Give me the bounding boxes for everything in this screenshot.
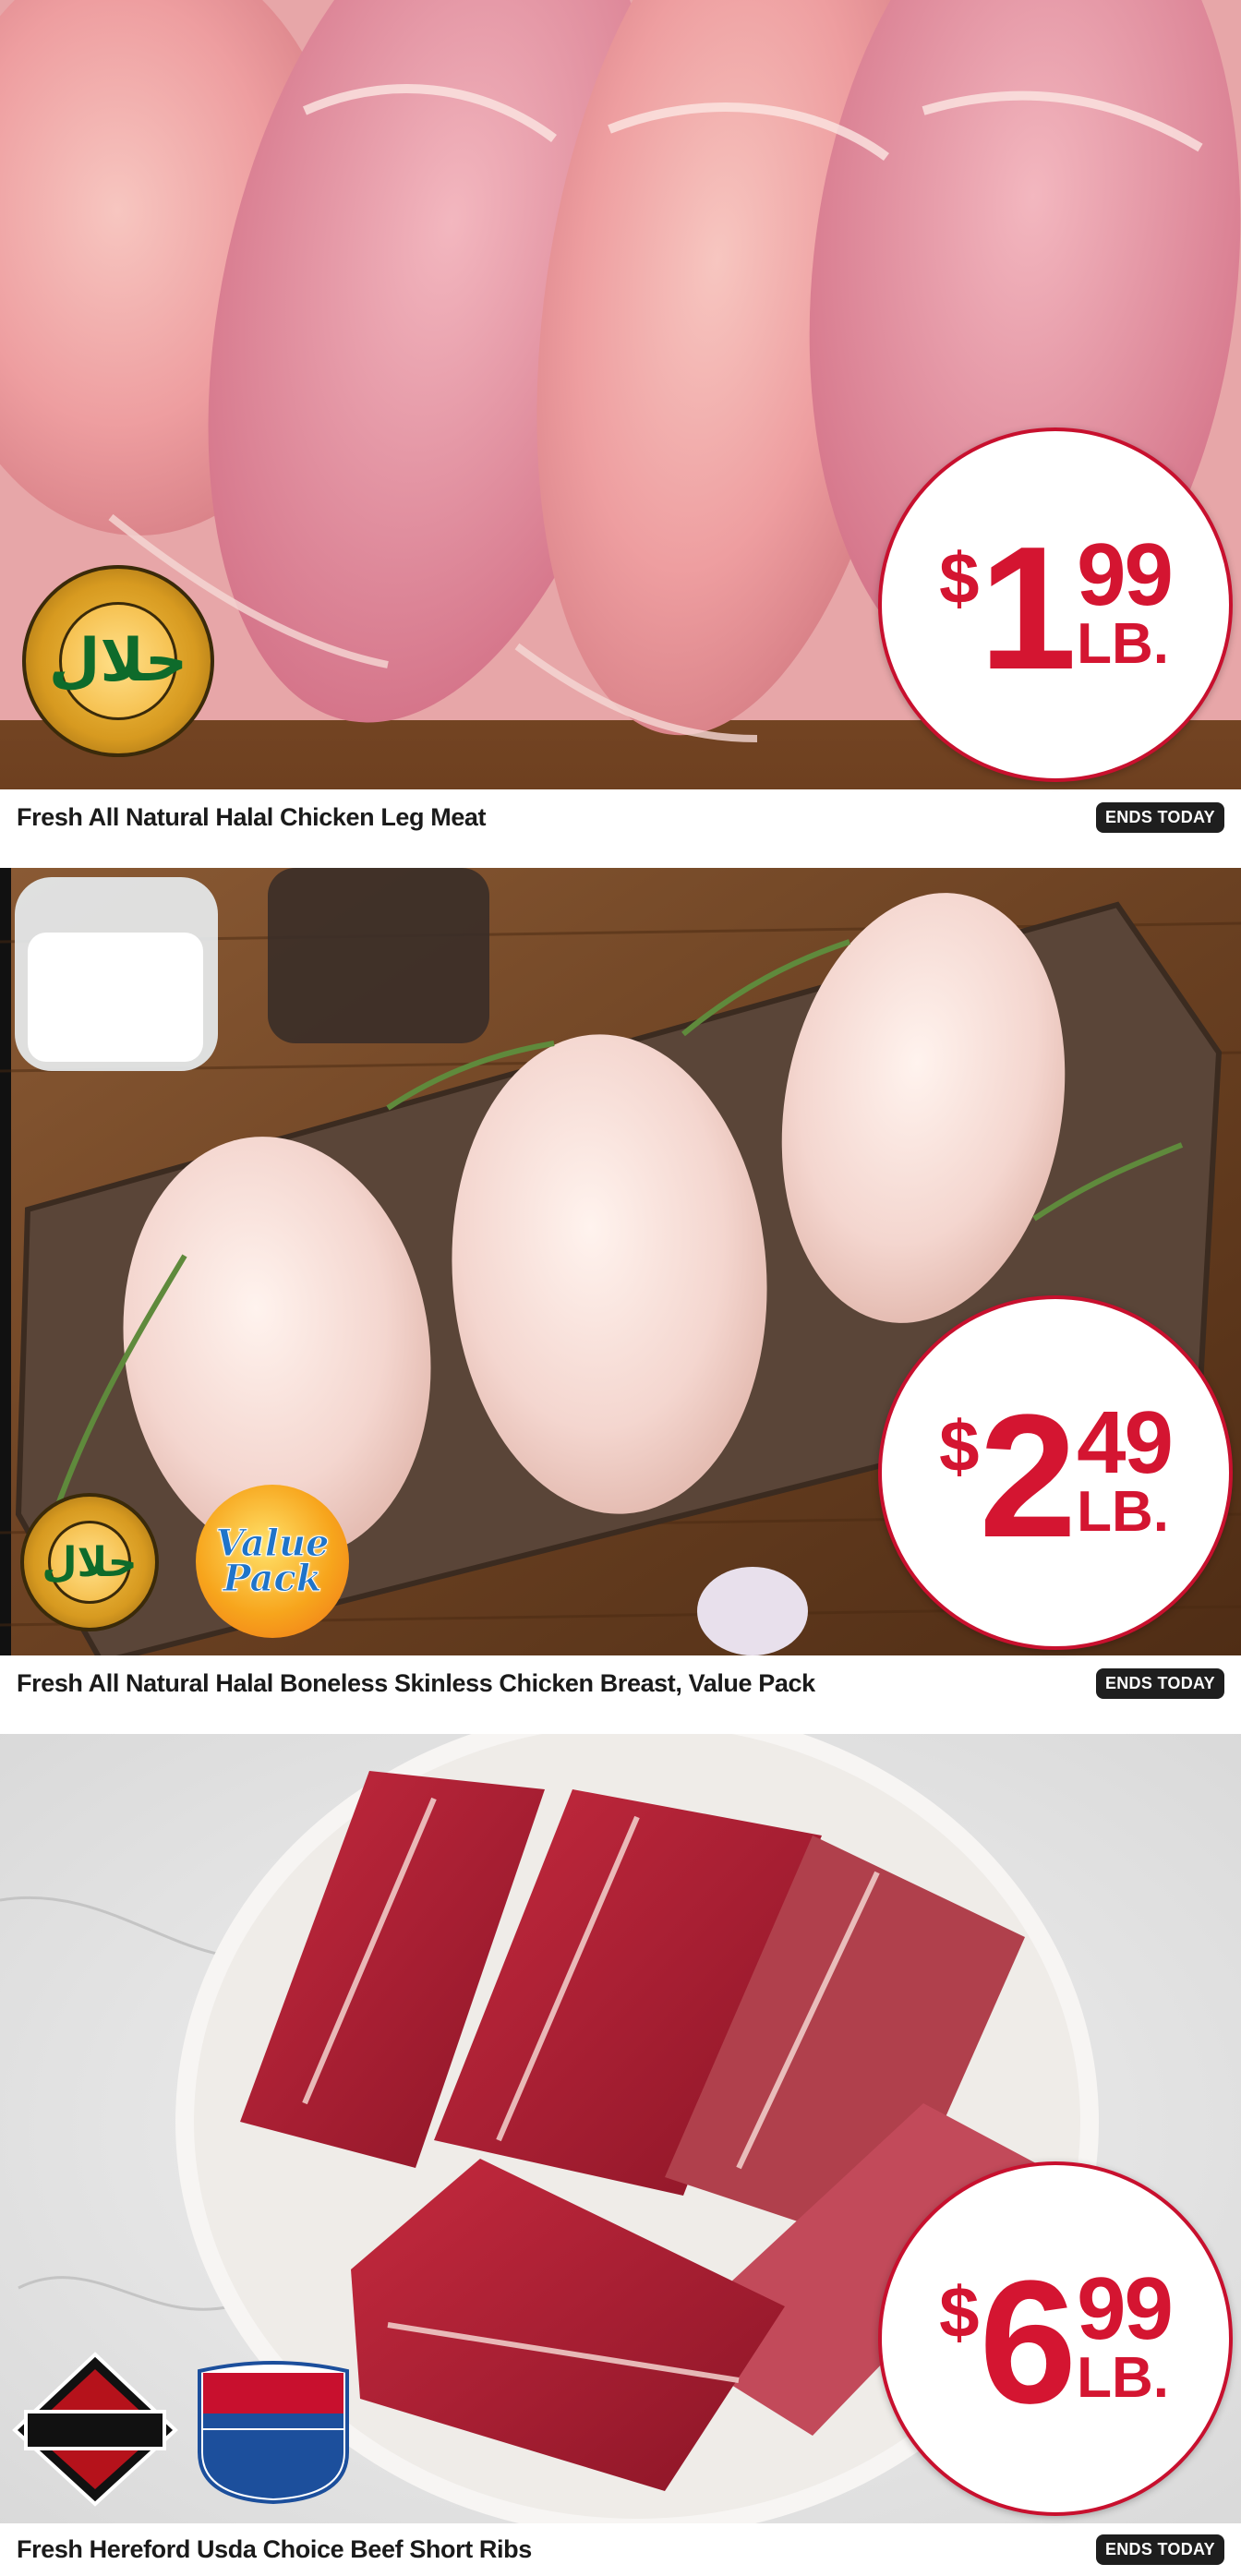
halal-seal-icon: حلال (20, 1493, 159, 1631)
ends-today-badge: ENDS TODAY (1095, 1667, 1224, 1699)
hereford-beef-logo-icon (12, 2352, 178, 2507)
price-bubble: $ 1 99 LB. (878, 427, 1233, 782)
product-card-chicken-leg[interactable]: حلال $ 1 99 LB. Fresh All Natural Halal … (0, 0, 1241, 868)
price-unit: LB. (1077, 2346, 1170, 2410)
price-dollars: 2 (979, 1378, 1077, 1574)
price-dollars: 6 (979, 2245, 1077, 2440)
price-unit: LB. (1077, 1480, 1170, 1544)
price-bubble: $ 6 99 LB. (878, 2161, 1233, 2516)
value-pack-line2: Pack (223, 1557, 322, 1600)
price-cents: 99 (1077, 525, 1174, 624)
caption-row: Fresh All Natural Halal Boneless Skinles… (0, 1655, 1241, 1711)
price-currency: $ (939, 537, 980, 619)
price-unit: LB. (1077, 612, 1170, 676)
caption-row: Fresh Hereford Usda Choice Beef Short Ri… (0, 2523, 1241, 2575)
value-pack-badge: Value Pack (196, 1485, 349, 1638)
price-cents: 99 (1077, 2259, 1174, 2358)
product-card-chicken-breast[interactable]: حلال Value Pack $ 2 49 LB. Fresh All Nat… (0, 868, 1241, 1734)
price-bubble: $ 2 49 LB. (878, 1295, 1233, 1650)
product-title[interactable]: Fresh All Natural Halal Boneless Skinles… (17, 1669, 815, 1698)
price-currency: $ (939, 1405, 980, 1487)
usda-choice-shield-icon (198, 2361, 349, 2504)
product-title[interactable]: Fresh Hereford Usda Choice Beef Short Ri… (17, 2535, 532, 2564)
product-card-beef-short-ribs[interactable]: $ 6 99 LB. Fresh Hereford Usda Choice Be… (0, 1734, 1241, 2576)
ends-today-badge: ENDS TODAY (1095, 2534, 1224, 2565)
price-cents: 49 (1077, 1393, 1174, 1492)
halal-seal-icon: حلال (22, 565, 214, 757)
price-currency: $ (939, 2271, 980, 2353)
caption-row: Fresh All Natural Halal Chicken Leg Meat… (0, 789, 1241, 845)
price-dollars: 1 (979, 511, 1077, 706)
product-title[interactable]: Fresh All Natural Halal Chicken Leg Meat (17, 803, 487, 832)
ends-today-badge: ENDS TODAY (1095, 801, 1224, 833)
